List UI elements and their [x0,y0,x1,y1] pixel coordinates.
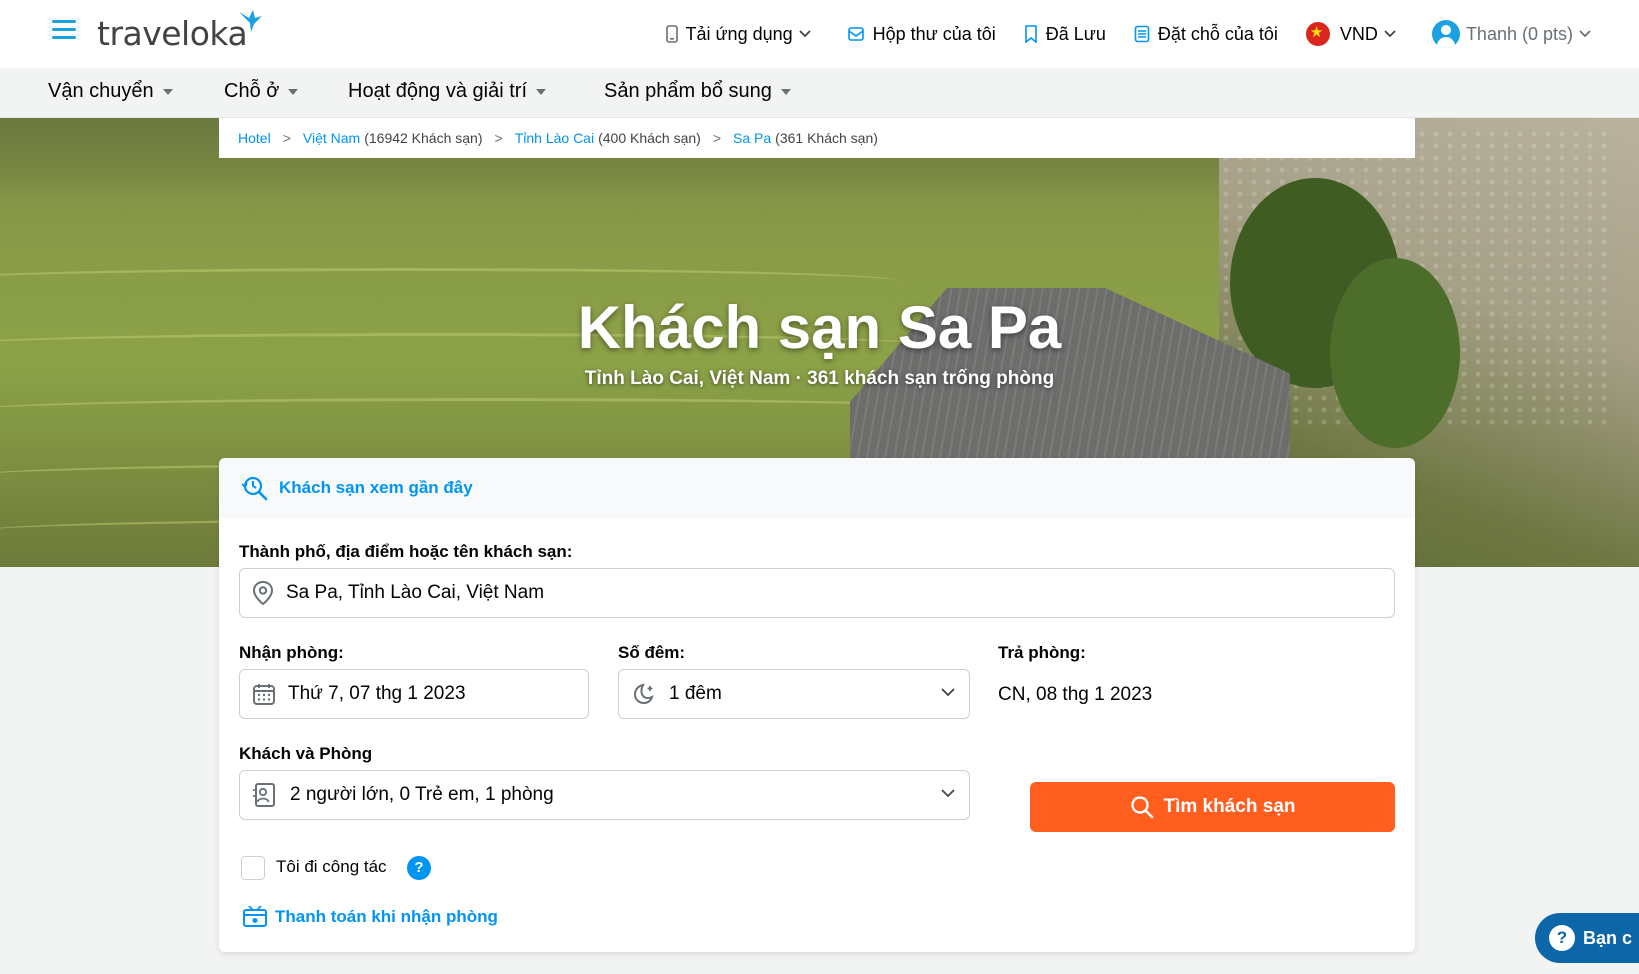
phone-icon [665,25,678,43]
breadcrumb-count: (361 Khách sạn) [775,130,878,146]
breadcrumb-separator: > [282,130,291,146]
inbox-label: Hộp thư của tôi [872,23,996,44]
search-hotels-label: Tìm khách sạn [1163,796,1296,817]
menu-accommodation[interactable]: Chỗ ở [224,80,299,103]
help-question-icon: ? [1549,925,1575,951]
saved-link[interactable]: Đã Lưu [1024,24,1106,45]
currency-label: VND [1339,23,1378,44]
caret-down-icon [780,88,791,95]
chevron-down-icon [798,30,811,38]
history-search-icon [241,476,268,501]
breadcrumb-sa-pa[interactable]: Sa Pa [733,130,771,146]
menu-activities[interactable]: Hoạt động và giải trí [348,80,546,103]
page-title: Khách sạn Sa Pa [577,294,1062,361]
chevron-down-icon [1384,30,1396,38]
vietnam-flag-icon [1305,22,1330,46]
checkin-value: Thứ 7, 07 thg 1 2023 [288,683,466,704]
guests-rooms-value: 2 người lớn, 0 Trẻ em, 1 phòng [290,784,554,805]
bird-icon [239,10,262,32]
breadcrumb-count: (400 Khách sạn) [598,130,701,146]
destination-label: Thành phố, địa điểm hoặc tên khách sạn: [239,542,573,561]
destination-input[interactable]: Sa Pa, Tỉnh Lào Cai, Việt Nam [239,568,1395,618]
breadcrumb-hotel[interactable]: Hotel [238,130,271,146]
destination-value: Sa Pa, Tỉnh Lào Cai, Việt Nam [286,582,545,603]
business-trip-checkbox[interactable] [241,856,265,880]
download-app-label: Tải ứng dụng [685,23,793,44]
calendar-icon [253,684,275,705]
breadcrumb-separator: > [494,130,503,146]
nights-select[interactable]: 1 đêm [618,669,970,719]
category-menu-bar: Vận chuyển Chỗ ở Hoạt động và giải trí S… [0,68,1639,118]
chevron-down-icon [1579,30,1591,38]
floating-help-label: Bạn c [1583,927,1633,948]
breadcrumb-separator: > [712,130,722,146]
menu-extras-label: Sản phẩm bổ sung [604,80,772,102]
my-bookings-link[interactable]: Đặt chỗ của tôi [1134,24,1278,45]
currency-selector[interactable]: VND [1305,22,1404,46]
pay-at-hotel-icon [243,905,267,927]
hamburger-menu-icon[interactable] [52,20,76,40]
inbox-link[interactable]: Hộp thư của tôi [847,24,996,45]
search-hotels-button[interactable]: Tìm khách sạn [1030,782,1395,832]
bookmark-icon [1024,25,1037,43]
my-bookings-label: Đặt chỗ của tôi [1157,23,1278,44]
chevron-down-icon [941,688,955,697]
guests-icon [253,783,275,807]
caret-down-icon [288,88,299,95]
business-trip-label: Tôi đi công tác [276,857,387,876]
guests-rooms-label: Khách và Phòng [239,744,373,763]
caret-down-icon [536,88,546,95]
caret-down-icon [162,88,173,95]
chevron-down-icon [941,789,955,798]
guests-rooms-select[interactable]: 2 người lớn, 0 Trẻ em, 1 phòng [239,770,970,820]
menu-activities-label: Hoạt động và giải trí [348,80,527,102]
breadcrumb-lao-cai[interactable]: Tỉnh Lào Cai [515,130,594,146]
floating-help-button[interactable]: ? Bạn c [1535,913,1639,963]
recently-viewed-label: Khách sạn xem gần đây [279,478,473,497]
top-bar: traveloka Tải ứng dụng Hộp thư của tôi Đ… [0,0,1639,68]
breadcrumb-vietnam[interactable]: Việt Nam [303,130,360,146]
traveloka-logo[interactable]: traveloka [97,8,262,56]
breadcrumb: Hotel > Việt Nam (16942 Khách sạn) > Tỉn… [219,118,1415,158]
user-menu[interactable]: Thanh (0 pts) [1431,20,1599,48]
moon-icon [633,683,654,705]
checkout-value: CN, 08 thg 1 2023 [998,684,1153,705]
user-avatar-icon [1431,20,1460,48]
nights-value: 1 đêm [669,683,722,704]
menu-extras[interactable]: Sản phẩm bổ sung [604,80,791,103]
menu-accommodation-label: Chỗ ở [224,80,280,102]
booking-list-icon [1134,25,1150,43]
hotel-search-form: Khách sạn xem gần đây Thành phố, địa điể… [219,458,1415,952]
checkout-label: Trả phòng: [998,643,1086,662]
field-terrace [0,268,900,294]
breadcrumb-count: (16942 Khách sạn) [364,130,483,146]
download-app-link[interactable]: Tải ứng dụng [665,23,819,45]
nights-label: Số đêm: [618,643,686,662]
saved-label: Đã Lưu [1045,23,1106,44]
checkin-date-picker[interactable]: Thứ 7, 07 thg 1 2023 [239,669,589,719]
user-name: Thanh (0 pts) [1465,23,1573,44]
search-icon [1130,796,1153,819]
page-subtitle: Tỉnh Lào Cai, Việt Nam · 361 khách sạn t… [584,368,1055,389]
inbox-icon [847,27,864,41]
pay-at-hotel-label: Thanh toán khi nhận phòng [275,907,498,926]
logo-text: traveloka [97,14,248,53]
recently-viewed-link[interactable]: Khách sạn xem gần đây [219,458,1415,518]
menu-transport[interactable]: Vận chuyển [48,80,173,103]
menu-transport-label: Vận chuyển [48,80,154,102]
pay-at-hotel-link[interactable]: Thanh toán khi nhận phòng [241,904,498,930]
help-icon[interactable]: ? [407,856,431,880]
checkin-label: Nhận phòng: [239,643,344,662]
location-pin-icon [252,580,274,606]
